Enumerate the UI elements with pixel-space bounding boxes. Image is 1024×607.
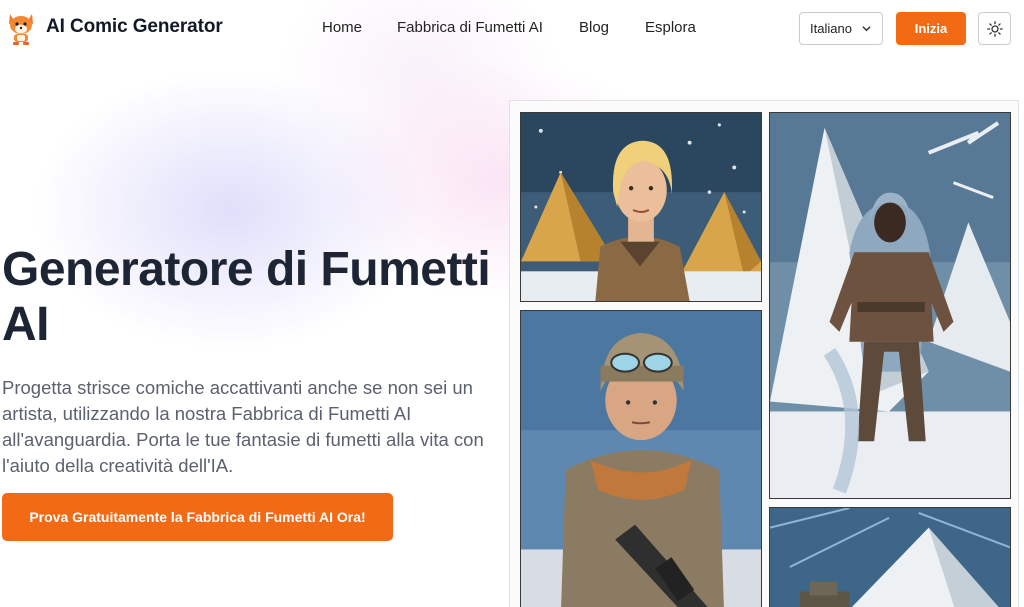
- site-header: AI Comic Generator Home Fabbrica di Fume…: [0, 0, 1024, 56]
- nav-fabbrica[interactable]: Fabbrica di Fumetti AI: [397, 19, 543, 36]
- cta-try-free-button[interactable]: Prova Gratuitamente la Fabbrica di Fumet…: [2, 493, 393, 541]
- comic-strip-image: [509, 100, 1019, 607]
- sun-icon: [986, 20, 1003, 37]
- hero-description: Progetta strisce comiche accattivanti an…: [2, 377, 484, 476]
- comic-panel-warrior: [769, 112, 1011, 499]
- theme-toggle-button[interactable]: [978, 12, 1011, 45]
- brand-name: AI Comic Generator: [46, 16, 223, 37]
- comic-panel-soldier: [520, 310, 762, 607]
- start-button[interactable]: Inizia: [896, 12, 966, 45]
- nav-esplora[interactable]: Esplora: [645, 19, 696, 36]
- language-selected: Italiano: [810, 21, 852, 36]
- brand[interactable]: AI Comic Generator: [6, 8, 223, 46]
- nav-home[interactable]: Home: [322, 19, 362, 36]
- language-select[interactable]: Italiano: [799, 12, 883, 45]
- comic-panel-explorer: [520, 112, 762, 302]
- chevron-down-icon: [862, 26, 871, 32]
- fox-mascot-icon: [9, 14, 33, 45]
- nav-blog[interactable]: Blog: [579, 19, 609, 36]
- comic-panel-pyramid: [769, 507, 1011, 607]
- hero-title: Generatore di Fumetti AI: [2, 243, 491, 351]
